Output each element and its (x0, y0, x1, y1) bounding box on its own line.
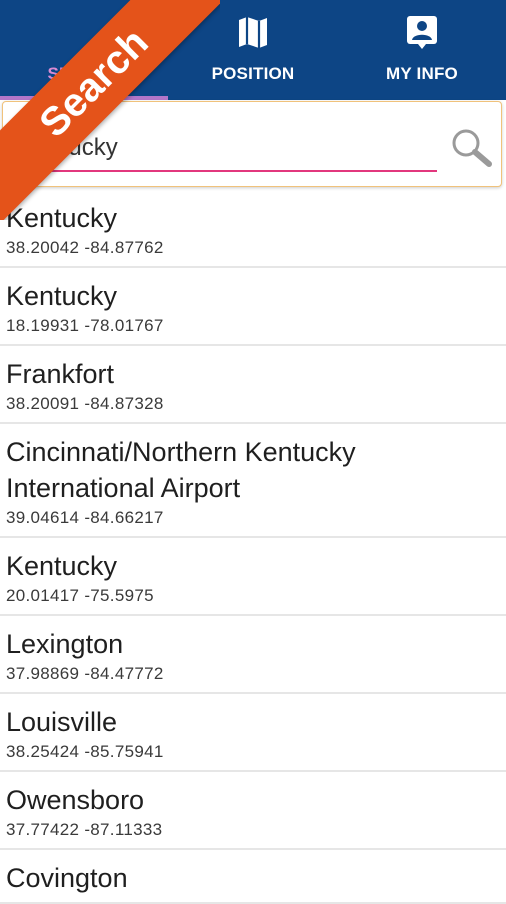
tab-search[interactable]: SEARCH (0, 0, 168, 100)
tab-search-label: SEARCH (47, 64, 121, 83)
active-tab-indicator (0, 96, 168, 100)
tab-position[interactable]: POSITION (169, 0, 337, 100)
search-box (2, 101, 502, 187)
tab-bar: SEARCH POSITION MY INFO (0, 0, 506, 100)
results-list: Kentucky 38.20042 -84.87762 Kentucky 18.… (0, 190, 506, 904)
search-input[interactable] (15, 128, 439, 168)
tab-my-info-label: MY INFO (386, 64, 458, 83)
list-item[interactable]: Kentucky 20.01417 -75.5975 (0, 538, 506, 616)
tab-position-label: POSITION (211, 64, 295, 83)
place-name: Cincinnati/Northern Kentucky Internation… (6, 437, 356, 503)
tab-my-info[interactable]: MY INFO (338, 0, 506, 100)
place-coordinates: 20.01417 -75.5975 (6, 586, 154, 605)
place-coordinates: 38.25424 -85.75941 (6, 742, 164, 761)
contact-card-icon (407, 16, 437, 49)
place-coordinates: 37.77422 -87.11333 (6, 820, 163, 839)
place-coordinates: 38.20042 -84.87762 (6, 238, 164, 257)
list-item[interactable]: Kentucky 38.20042 -84.87762 (0, 190, 506, 268)
place-name: Louisville (6, 707, 118, 737)
list-item[interactable]: Owensboro 37.77422 -87.11333 (0, 772, 506, 850)
place-name: Lexington (6, 629, 124, 659)
map-icon (239, 17, 267, 48)
search-input-underline (15, 170, 437, 172)
list-item[interactable]: Louisville 38.25424 -85.75941 (0, 694, 506, 772)
place-coordinates: 18.19931 -78.01767 (6, 316, 164, 335)
list-item[interactable]: Kentucky 18.19931 -78.01767 (0, 268, 506, 346)
place-coordinates: 39.04614 -84.66217 (6, 508, 164, 527)
list-item[interactable]: Frankfort 38.20091 -84.87328 (0, 346, 506, 424)
place-name: Kentucky (6, 281, 118, 311)
place-name: Owensboro (6, 785, 145, 815)
list-item[interactable]: Covington (0, 850, 506, 904)
place-name: Kentucky (6, 551, 118, 581)
list-item[interactable]: Cincinnati/Northern Kentucky Internation… (0, 424, 506, 538)
place-coordinates: 38.20091 -84.87328 (6, 394, 164, 413)
list-item[interactable]: Lexington 37.98869 -84.47772 (0, 616, 506, 694)
place-name: Frankfort (6, 359, 115, 389)
place-name: Kentucky (6, 203, 118, 233)
place-name: Covington (6, 863, 128, 893)
search-icon[interactable] (449, 126, 493, 170)
place-coordinates: 37.98869 -84.47772 (6, 664, 164, 683)
